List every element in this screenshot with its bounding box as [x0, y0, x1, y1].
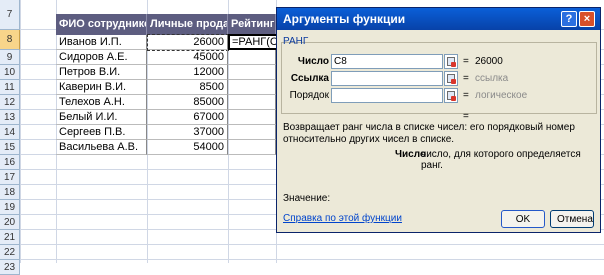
row-header[interactable]: 18	[0, 185, 20, 200]
arg-label-reference: Ссылка	[290, 73, 329, 84]
arg-result: ссылка	[475, 73, 509, 84]
ok-button[interactable]: OK	[501, 210, 545, 228]
cell-name[interactable]: Васильева А.В.	[56, 140, 147, 155]
cell-sales[interactable]: 37000	[147, 125, 228, 140]
header-name[interactable]: ФИО сотрудников	[56, 14, 147, 35]
header-rank[interactable]: Рейтинг	[228, 14, 276, 35]
cell-name[interactable]: Каверин В.И.	[56, 80, 147, 95]
reference-input[interactable]	[331, 71, 443, 86]
row-header[interactable]: 14	[0, 125, 20, 140]
header-sales[interactable]: Личные продажи	[147, 14, 228, 35]
function-result: =	[463, 111, 469, 122]
active-cell-formula[interactable]: =РАНГ(C8)	[228, 34, 288, 50]
cell-rank[interactable]	[228, 65, 276, 80]
arg-label-order: Порядок	[289, 90, 329, 101]
cancel-button[interactable]: Отмена	[550, 210, 594, 228]
cell-sales[interactable]: 67000	[147, 110, 228, 125]
cell-sales[interactable]: 85000	[147, 95, 228, 110]
row-header-active[interactable]: 8	[0, 30, 20, 50]
cell-sales[interactable]: 54000	[147, 140, 228, 155]
function-name: РАНГ	[283, 36, 309, 47]
range-select-icon[interactable]	[444, 88, 458, 103]
cell-sales[interactable]: 8500	[147, 80, 228, 95]
range-select-icon[interactable]	[444, 54, 458, 69]
arg-description-text: число, для которого определяется ранг.	[421, 149, 581, 171]
row-gridline	[20, 245, 604, 260]
cell-sales[interactable]: 12000	[147, 65, 228, 80]
cell-rank[interactable]	[228, 110, 276, 125]
order-input[interactable]	[331, 88, 443, 103]
cell-name[interactable]: Сергеев П.В.	[56, 125, 147, 140]
function-description: Возвращает ранг числа в списке чисел: ег…	[283, 122, 575, 145]
value-label: Значение:	[283, 193, 331, 204]
arg-result: 26000	[475, 56, 503, 67]
equals-sign: =	[463, 56, 469, 67]
function-arguments-dialog: Аргументы функции ? × РАНГ Число = 26000…	[276, 7, 601, 233]
help-link[interactable]: Справка по этой функции	[283, 213, 402, 224]
cell-name[interactable]: Белый И.И.	[56, 110, 147, 125]
arg-result: логическое	[475, 90, 528, 101]
row-header[interactable]: 20	[0, 215, 20, 230]
cell-rank[interactable]	[228, 95, 276, 110]
cell-name[interactable]: Иванов И.П.	[56, 35, 147, 50]
row-header[interactable]: 11	[0, 80, 20, 95]
cell-name[interactable]: Сидоров А.Е.	[56, 50, 147, 65]
row-header[interactable]: 21	[0, 230, 20, 245]
close-icon[interactable]: ×	[579, 11, 595, 27]
row-header[interactable]: 19	[0, 200, 20, 215]
arg-label-number: Число	[297, 56, 329, 67]
row-header[interactable]: 10	[0, 65, 20, 80]
range-select-icon[interactable]	[444, 71, 458, 86]
row-header[interactable]: 15	[0, 140, 20, 155]
row-header[interactable]: 13	[0, 110, 20, 125]
row-header[interactable]: 12	[0, 95, 20, 110]
cell-rank[interactable]	[228, 125, 276, 140]
row-header[interactable]: 7	[0, 0, 20, 30]
equals-sign: =	[463, 90, 469, 101]
cell-sales[interactable]: 45000	[147, 50, 228, 65]
cell-name[interactable]: Петров В.И.	[56, 65, 147, 80]
row-header[interactable]: 17	[0, 170, 20, 185]
number-input[interactable]	[331, 54, 443, 69]
cell-name[interactable]: Телехов А.Н.	[56, 95, 147, 110]
cell-rank[interactable]	[228, 50, 276, 65]
help-button[interactable]: ?	[561, 11, 577, 27]
equals-sign: =	[463, 73, 469, 84]
cell-rank[interactable]	[228, 80, 276, 95]
cell-rank[interactable]	[228, 140, 276, 155]
row-header[interactable]: 22	[0, 245, 20, 260]
row-header[interactable]: 16	[0, 155, 20, 170]
range-selection	[147, 34, 229, 51]
row-header[interactable]: 9	[0, 50, 20, 65]
dialog-title[interactable]: Аргументы функции	[277, 8, 600, 30]
row-header[interactable]: 23	[0, 260, 20, 275]
